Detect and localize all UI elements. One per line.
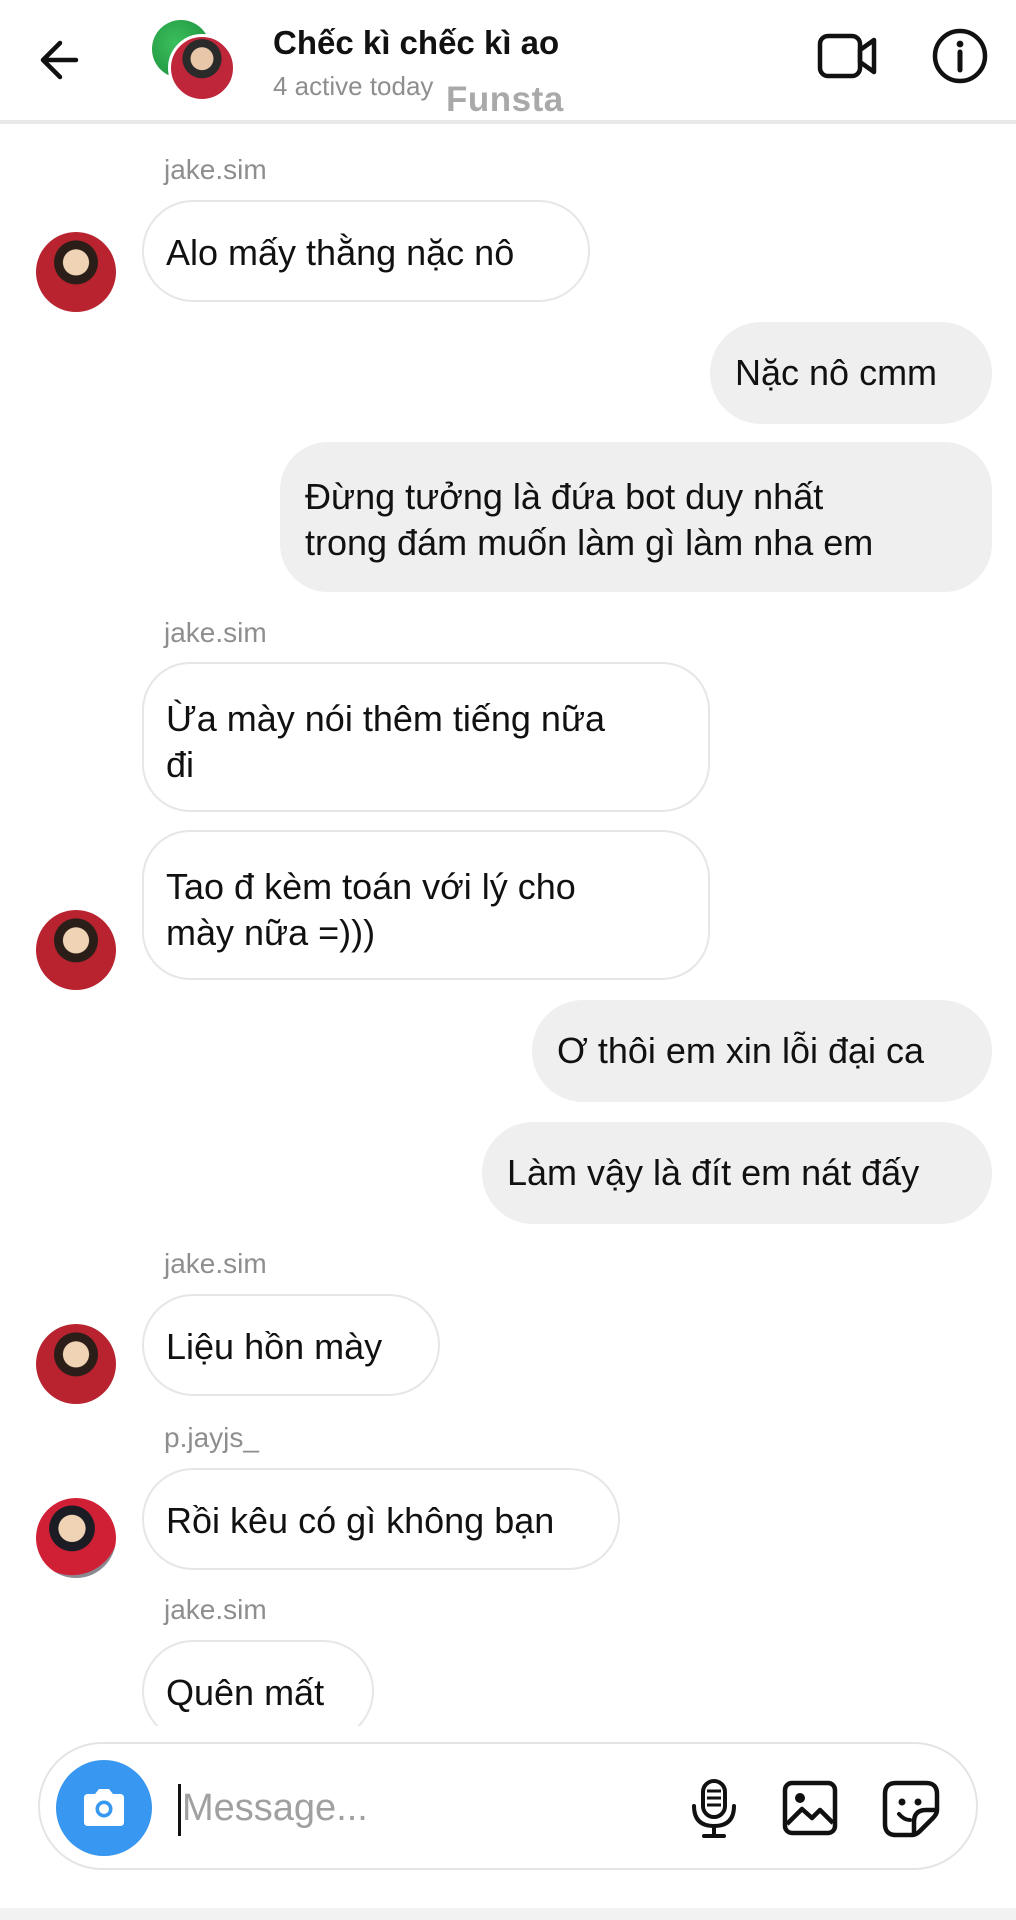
chat-title[interactable]: Chếc kì chếc kì ao — [273, 24, 559, 62]
message-bubble-incoming[interactable]: Quên mất — [142, 1640, 374, 1726]
message-text: Ơ thôi em xin lỗi đại ca — [557, 1030, 925, 1071]
chat-screen: Chếc kì chếc kì ao 4 active today Funsta… — [0, 0, 1016, 1920]
watermark: Funsta — [446, 80, 564, 119]
message-text-line: Tao đ kèm toán với lý cho — [166, 866, 576, 907]
microphone-icon — [692, 1779, 736, 1838]
voice-message-button[interactable] — [684, 1778, 744, 1840]
avatar[interactable] — [36, 1324, 116, 1404]
video-camera-icon — [817, 33, 877, 79]
info-button[interactable] — [930, 26, 990, 86]
message-clip: Quên mất — [0, 1630, 1016, 1726]
message-text-line: Đừng tưởng là đứa bot duy nhất — [305, 476, 824, 517]
sticker-button[interactable] — [882, 1780, 940, 1838]
sender-name: p.jayjs_ — [164, 1422, 259, 1453]
text-cursor — [178, 1784, 181, 1836]
message-text: Liệu hồn mày — [166, 1326, 383, 1367]
message-bubble-incoming[interactable]: Alo mấy thằng nặc nô — [142, 200, 590, 302]
message-text: Quên mất — [166, 1672, 325, 1713]
message-text-line: Ừa mày nói thêm tiếng nữa — [166, 698, 606, 739]
arrow-left-icon — [40, 40, 79, 80]
image-gallery-icon — [782, 1780, 838, 1836]
chat-header: Chếc kì chếc kì ao 4 active today Funsta — [0, 0, 1016, 124]
message-composer — [38, 1742, 978, 1870]
avatar[interactable] — [36, 910, 116, 990]
message-text-line: mày nữa =))) — [166, 912, 376, 953]
back-button[interactable] — [30, 28, 94, 92]
camera-button[interactable] — [56, 1760, 152, 1856]
message-bubble-outgoing[interactable]: Nặc nô cmm — [710, 322, 992, 424]
message-text: Alo mấy thằng nặc nô — [166, 232, 515, 273]
system-nav-bar — [0, 1908, 1016, 1920]
group-avatar[interactable] — [152, 18, 236, 102]
message-bubble-outgoing[interactable]: Đừng tưởng là đứa bot duy nhất trong đám… — [280, 442, 992, 592]
sender-name: jake.sim — [164, 1248, 267, 1279]
gallery-button[interactable] — [782, 1780, 838, 1836]
message-bubble-outgoing[interactable]: Làm vậy là đít em nát đấy — [482, 1122, 992, 1224]
message-text-line: trong đám muốn làm gì làm nha em — [305, 522, 874, 563]
sticker-icon — [882, 1780, 940, 1838]
message-text-line: đi — [166, 744, 195, 785]
sender-name: jake.sim — [164, 617, 267, 648]
message-text: Nặc nô cmm — [735, 352, 938, 393]
message-text: Làm vậy là đít em nát đấy — [507, 1152, 920, 1193]
sender-name: jake.sim — [164, 1594, 267, 1625]
avatar[interactable] — [36, 1498, 116, 1578]
group-avatar-front — [168, 34, 236, 102]
active-status: 4 active today — [273, 71, 434, 101]
message-bubble-incoming[interactable]: Ừa mày nói thêm tiếng nữa đi — [142, 662, 710, 812]
message-text: Rồi kêu có gì không bạn — [166, 1500, 555, 1541]
camera-icon — [84, 1789, 124, 1826]
message-bubble-incoming[interactable]: Liệu hồn mày — [142, 1294, 440, 1396]
info-icon — [932, 28, 988, 84]
message-input[interactable] — [182, 1776, 562, 1840]
message-bubble-incoming[interactable]: Tao đ kèm toán với lý cho mày nữa =))) — [142, 830, 710, 980]
message-bubble-incoming[interactable]: Rồi kêu có gì không bạn — [142, 1468, 620, 1570]
video-call-button[interactable] — [816, 28, 880, 84]
sender-name: jake.sim — [164, 154, 267, 185]
message-bubble-outgoing[interactable]: Ơ thôi em xin lỗi đại ca — [532, 1000, 992, 1102]
avatar[interactable] — [36, 232, 116, 312]
